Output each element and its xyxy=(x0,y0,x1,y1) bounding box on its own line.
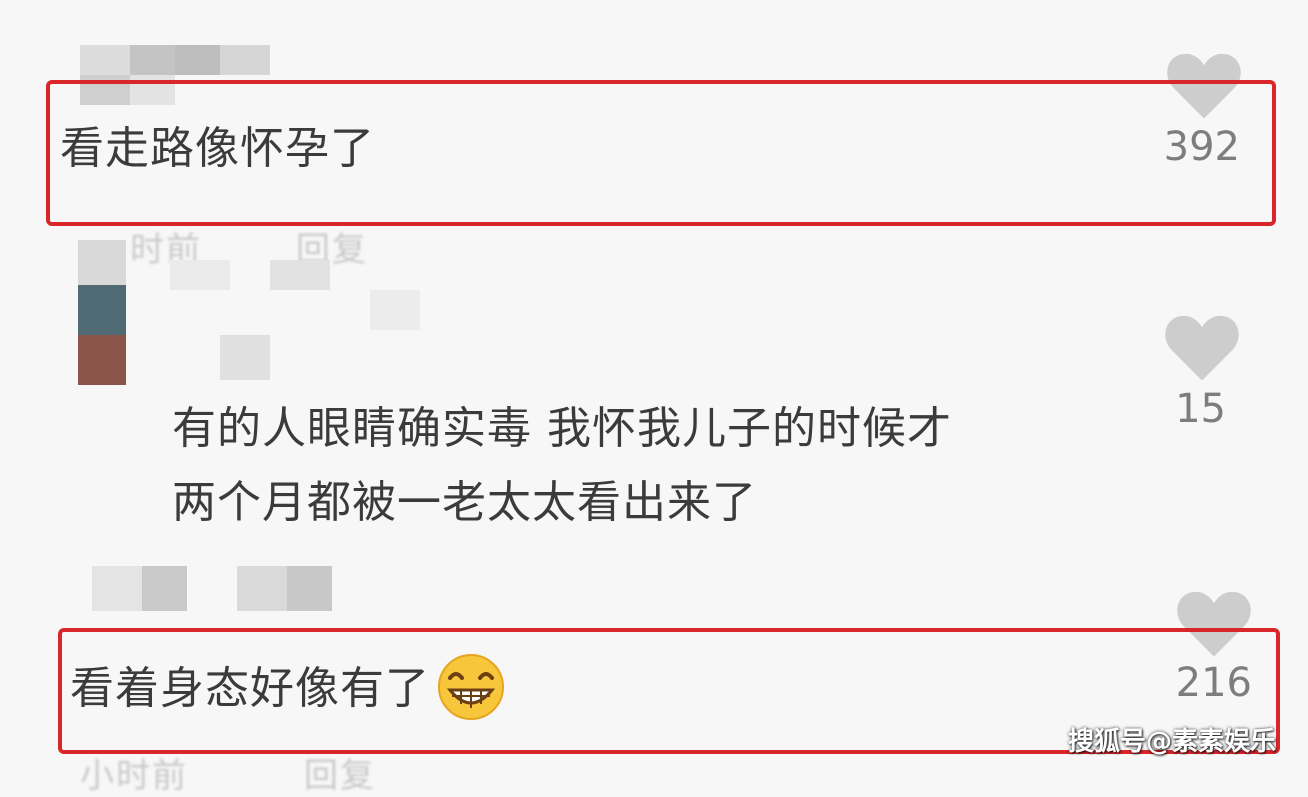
comment-time-3: 小时前 xyxy=(80,756,188,796)
comment-text-2-line2: 两个月都被一老太太看出来了 xyxy=(172,477,757,528)
comment-text-2-line1: 有的人眼睛确实毒 我怀我儿子的时候才 xyxy=(172,403,952,454)
reply-link-3[interactable]: 回复 xyxy=(304,748,376,797)
like-count-2: 15 xyxy=(1175,386,1226,432)
username-pixelated-2 xyxy=(170,260,420,380)
highlight-box-1 xyxy=(46,80,1276,226)
avatar-pixelated xyxy=(78,240,126,385)
username-pixelated-3 xyxy=(92,566,337,616)
watermark: 搜狐号@素素娱乐 xyxy=(1067,727,1276,757)
heart-icon[interactable] xyxy=(1164,312,1240,382)
